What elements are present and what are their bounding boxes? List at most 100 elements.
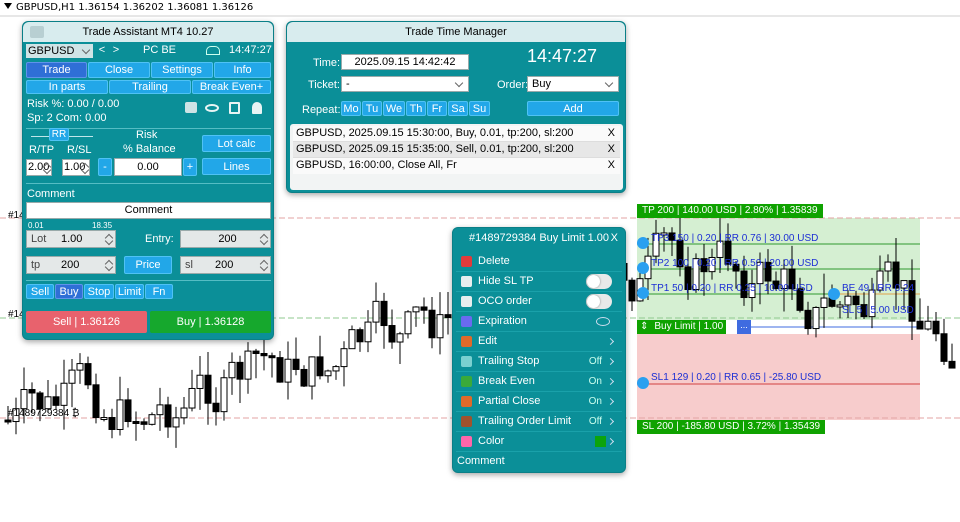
schedule-row-1[interactable]: GBPUSD, 2025.09.15 15:35:00, Sell, 0.01,… — [293, 142, 620, 158]
entry-input[interactable]: 200 — [180, 230, 271, 248]
lot-calc-button[interactable]: Lot calc — [202, 135, 271, 152]
menu-item-trailing-stop[interactable]: Trailing Stop Off — [456, 352, 622, 371]
edit-icon — [461, 336, 472, 347]
day-we-button[interactable]: We — [383, 101, 405, 116]
day-mo-button[interactable]: Mo — [341, 101, 361, 116]
schedule-row-2[interactable]: GBPUSD, 16:00:00, Close All, Fr X — [293, 158, 620, 174]
dropdown-triangle-icon — [4, 3, 12, 9]
color-swatch[interactable] — [595, 436, 606, 447]
tab-settings[interactable]: Settings — [151, 62, 213, 78]
candle-body — [140, 421, 148, 425]
ticket-select[interactable]: - — [341, 76, 469, 92]
toggle-switch[interactable] — [586, 274, 612, 289]
be-handle[interactable] — [828, 288, 840, 300]
menu-item-partial-close[interactable]: Partial Close On — [456, 392, 622, 411]
camera-icon[interactable] — [30, 26, 44, 38]
candle-body — [268, 355, 276, 359]
price-button[interactable]: Price — [124, 256, 172, 274]
candle-body — [36, 392, 44, 410]
rr-toggle-button[interactable]: RR — [49, 128, 69, 141]
order-menu-title-bar[interactable]: #1489729384 Buy Limit 1.00 X — [453, 228, 625, 248]
add-schedule-button[interactable]: Add — [527, 101, 619, 116]
rsl-input[interactable]: 1.00 — [62, 159, 90, 176]
tp1-handle[interactable] — [637, 287, 649, 299]
candle-body — [412, 306, 420, 313]
schedule-row-0[interactable]: GBPUSD, 2025.09.15 15:30:00, Buy, 0.01, … — [293, 126, 620, 142]
menu-item-hide-sl-tp[interactable]: Hide SL TP — [456, 272, 622, 291]
menu-item-oco-order[interactable]: OCO order — [456, 292, 622, 311]
search-icon[interactable] — [185, 102, 197, 113]
risk-decrease-button[interactable]: - — [98, 158, 112, 176]
sell-button[interactable]: Sell | 1.36126 — [26, 311, 147, 333]
eye-icon[interactable] — [205, 104, 219, 112]
spinner-icon[interactable] — [106, 259, 113, 271]
day-sa-button[interactable]: Sa — [448, 101, 468, 116]
order-type-sell[interactable]: Sell — [26, 284, 54, 299]
lot-max-label: 18.35 — [92, 221, 113, 230]
order-menu-title: #1489729384 Buy Limit 1.00 — [468, 232, 610, 244]
candle-body — [44, 396, 52, 410]
tp-input[interactable]: tp 200 — [26, 256, 116, 274]
day-su-button[interactable]: Su — [469, 101, 490, 116]
candle-body — [76, 363, 84, 371]
menu-item-delete[interactable]: Delete — [456, 252, 622, 271]
tp-header-tag[interactable]: TP 200 | 140.00 USD | 2.80% | 1.35839 — [637, 204, 823, 218]
subtab-trailing[interactable]: Trailing — [109, 80, 191, 94]
lot-input[interactable]: Lot 1.00 — [26, 230, 116, 248]
trailing-limit-icon — [461, 416, 472, 427]
comment-input[interactable]: Comment — [26, 202, 271, 219]
time-input[interactable]: 2025.09.15 14:42:42 — [341, 54, 469, 70]
menu-item-break-even[interactable]: Break Even On — [456, 372, 622, 391]
day-th-button[interactable]: Th — [406, 101, 426, 116]
close-menu-button[interactable]: X — [611, 228, 618, 248]
toggle-switch[interactable] — [586, 294, 612, 309]
menu-item-trailing-order-limit[interactable]: Trailing Order Limit Off — [456, 412, 622, 431]
spinner-icon[interactable] — [261, 233, 268, 245]
remove-schedule-button[interactable]: X — [608, 159, 615, 171]
order-type-limit[interactable]: Limit — [115, 284, 144, 299]
tab-info[interactable]: Info — [214, 62, 271, 78]
tab-trade[interactable]: Trade — [26, 62, 87, 78]
order-type-fn[interactable]: Fn — [145, 284, 173, 299]
chevron-right-icon — [606, 417, 615, 426]
sl-input[interactable]: sl 200 — [180, 256, 271, 274]
spinner-icon[interactable] — [261, 259, 268, 271]
remove-schedule-button[interactable]: X — [608, 143, 615, 155]
spinner-icon[interactable] — [44, 162, 51, 174]
menu-item-expiration[interactable]: Expiration — [456, 312, 622, 331]
order-type-stop[interactable]: Stop — [84, 284, 114, 299]
menu-item-label: Partial Close — [478, 395, 541, 407]
sl-footer-tag[interactable]: SL 200 | -185.80 USD | 3.72% | 1.35439 — [637, 420, 826, 434]
eye-off-icon[interactable] — [596, 317, 610, 326]
spinner-icon[interactable] — [106, 233, 113, 245]
order-select[interactable]: Buy — [527, 76, 619, 92]
day-tu-button[interactable]: Tu — [362, 101, 382, 116]
menu-item-edit[interactable]: Edit — [456, 332, 622, 351]
time-manager-title-bar[interactable]: Trade Time Manager — [287, 22, 625, 42]
risk-increase-button[interactable]: + — [183, 158, 197, 176]
tp2-handle[interactable] — [637, 262, 649, 274]
buy-limit-more-button[interactable]: ... — [737, 320, 751, 334]
spinner-icon[interactable] — [82, 162, 89, 174]
day-fr-button[interactable]: Fr — [427, 101, 447, 116]
calendar-icon[interactable] — [229, 102, 240, 114]
lines-button[interactable]: Lines — [202, 158, 271, 175]
risk-input[interactable]: 0.00 — [114, 158, 182, 176]
tp3-handle[interactable] — [637, 237, 649, 249]
tab-close[interactable]: Close — [88, 62, 150, 78]
prev-symbol-button[interactable]: < — [97, 44, 107, 56]
menu-item-color[interactable]: Color — [456, 432, 622, 451]
symbol-select[interactable]: GBPUSD — [26, 44, 93, 58]
remove-schedule-button[interactable]: X — [608, 127, 615, 139]
rtp-input[interactable]: 2.00 — [26, 159, 52, 176]
buy-button[interactable]: Buy | 1.36128 — [150, 311, 271, 333]
buy-limit-tag[interactable]: ⇕ Buy Limit | 1.00 — [637, 320, 727, 334]
next-symbol-button[interactable]: > — [111, 44, 121, 56]
time-label: Time: — [313, 57, 341, 69]
order-type-buy[interactable]: Buy — [55, 284, 83, 299]
bell-icon[interactable] — [252, 102, 262, 114]
subtab-break-even[interactable]: Break Even+ — [192, 80, 271, 94]
sl1-handle[interactable] — [637, 377, 649, 389]
trade-assistant-title-bar[interactable]: Trade Assistant MT4 10.27 — [23, 22, 273, 42]
subtab-in-parts[interactable]: In parts — [26, 80, 108, 94]
